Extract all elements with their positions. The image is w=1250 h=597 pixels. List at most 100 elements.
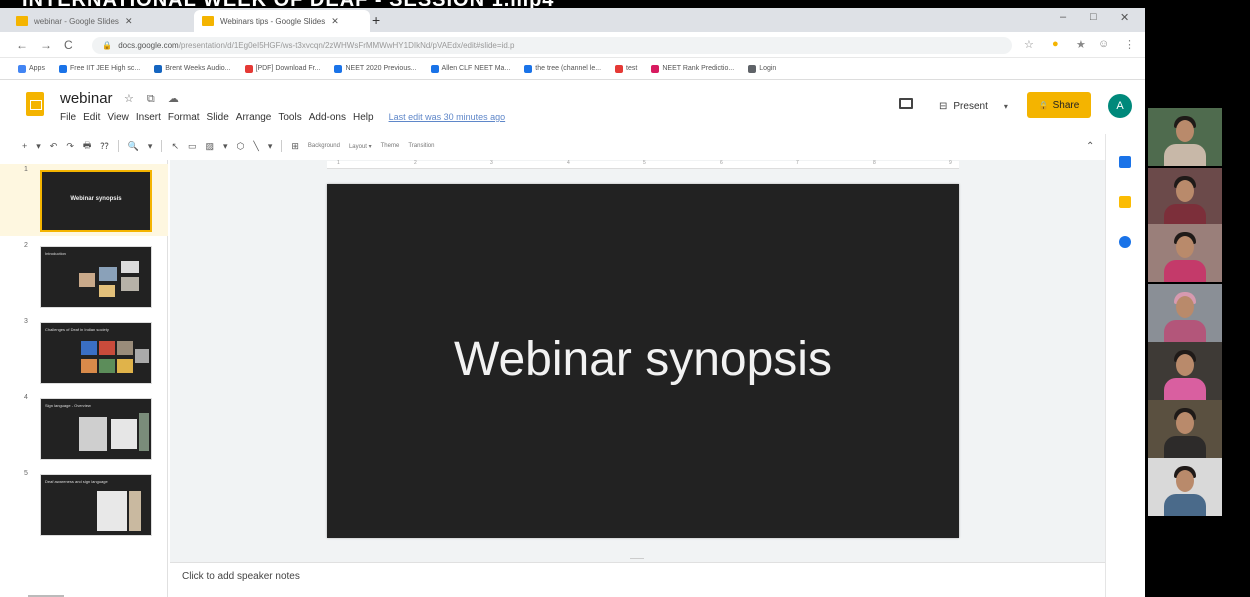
menu-slide[interactable]: Slide <box>207 112 229 123</box>
dropdown-icon[interactable]: ▾ <box>148 141 153 152</box>
paint-format-icon[interactable]: ⁇ <box>100 141 108 152</box>
menu-file[interactable]: File <box>60 112 76 123</box>
filmstrip-slide-1[interactable]: 1 Webinar synopsis <box>0 164 168 236</box>
menu-add-ons[interactable]: Add-ons <box>309 112 346 123</box>
thumbnail-title: Challenges of Deaf in Indian society <box>45 327 109 332</box>
star-move-cloud-icons[interactable]: ☆ ⧉ ☁ <box>124 92 184 106</box>
shape-icon[interactable]: ⬡ <box>237 141 245 152</box>
filmstrip-slide-3[interactable]: 3 Challenges of Deaf in Indian society <box>0 316 168 388</box>
bookmark-item[interactable]: NEET 2020 Previous... <box>334 64 417 73</box>
bookmark-item[interactable]: Apps <box>18 64 45 73</box>
new-tab-button[interactable]: + <box>372 12 380 28</box>
thumbnail-photo <box>121 261 139 273</box>
dropdown-icon[interactable]: ▾ <box>223 141 228 152</box>
textbox-icon[interactable]: ▭ <box>188 141 197 152</box>
notes-resize-handle[interactable] <box>630 558 644 559</box>
bookmark-favicon <box>334 64 343 73</box>
extension-icon[interactable]: ● <box>1052 38 1059 50</box>
bookmark-item[interactable]: the tree (channel le... <box>524 64 601 73</box>
theme-button[interactable]: Theme <box>381 143 400 149</box>
menu-edit[interactable]: Edit <box>83 112 100 123</box>
menu-help[interactable]: Help <box>353 112 374 123</box>
last-edit-link[interactable]: Last edit was 30 minutes ago <box>389 112 506 123</box>
share-button[interactable]: 🔒 Share <box>1027 92 1091 118</box>
participant-body <box>1164 494 1206 516</box>
filmstrip-slide-5[interactable]: 5 Deaf awareness and sign language <box>0 468 168 540</box>
back-button[interactable]: ← <box>16 38 28 52</box>
slide-number: 4 <box>24 394 28 401</box>
profile-icon[interactable]: ☺ <box>1098 38 1109 50</box>
undo-icon[interactable]: ↶ <box>50 141 58 152</box>
thumbnail-title: Webinar synopsis <box>70 196 122 202</box>
chevron-down-icon[interactable]: ▾ <box>1004 102 1008 111</box>
comment-add-icon[interactable]: ⊞ <box>291 141 299 152</box>
bookmark-favicon <box>615 64 624 73</box>
redo-icon[interactable]: ↷ <box>66 141 74 152</box>
toolbar-divider <box>161 140 163 152</box>
participant-body <box>1164 144 1206 166</box>
slides-logo-icon[interactable] <box>26 92 44 116</box>
print-icon[interactable]: 🖶 <box>83 138 92 154</box>
bookmark-star-icon[interactable]: ☆ <box>1024 38 1034 51</box>
bookmark-item[interactable]: Allen CLF NEET Ma... <box>430 64 510 73</box>
extensions-puzzle-icon[interactable]: ★ <box>1076 38 1086 51</box>
menu-insert[interactable]: Insert <box>136 112 161 123</box>
present-button[interactable]: ⊟ Present ▾ <box>930 94 1017 118</box>
video-title-bar: INTERNATIONAL WEEK OF DEAF - SESSION 1.m… <box>0 0 1250 8</box>
close-tab-icon[interactable]: ✕ <box>331 16 339 27</box>
slide-title[interactable]: Webinar synopsis <box>327 332 959 387</box>
thumbnail-photo <box>111 419 137 449</box>
maximize-button[interactable]: □ <box>1090 11 1097 23</box>
bookmark-item[interactable]: Free IIT JEE High sc... <box>58 64 140 73</box>
transition-button[interactable]: Transition <box>408 143 434 149</box>
participant-tile <box>1148 342 1222 400</box>
comments-icon[interactable] <box>899 98 913 109</box>
tab-webinars-tips[interactable]: Webinars tips - Google Slides ✕ <box>194 10 370 32</box>
bookmarks-bar: Apps Free IIT JEE High sc... Brent Weeks A… <box>0 58 1145 80</box>
reload-button[interactable]: C <box>64 38 73 52</box>
thumbnail-photo <box>117 359 133 373</box>
menu-arrange[interactable]: Arrange <box>236 112 272 123</box>
avatar[interactable]: A <box>1108 94 1132 118</box>
image-icon[interactable]: ▨ <box>206 141 215 152</box>
bookmark-favicon <box>524 64 533 73</box>
bookmark-item[interactable]: NEET Rank Predictio... <box>651 64 734 73</box>
current-slide[interactable]: Webinar synopsis <box>327 184 959 538</box>
layout-button[interactable]: Layout ▾ <box>349 143 372 150</box>
new-slide-icon[interactable]: + <box>22 141 27 151</box>
menu-view[interactable]: View <box>107 112 129 123</box>
participant-tile <box>1148 284 1222 342</box>
bookmark-item[interactable]: test <box>615 64 637 73</box>
bookmark-item[interactable]: [PDF] Download Fr... <box>244 64 320 73</box>
document-title[interactable]: webinar <box>60 90 113 107</box>
filmstrip-slide-2[interactable]: 2 Introduction <box>0 240 168 312</box>
menu-tools[interactable]: Tools <box>278 112 301 123</box>
line-icon[interactable]: ╲ <box>253 141 258 152</box>
tab-webinar[interactable]: webinar - Google Slides ✕ <box>8 10 218 32</box>
forward-button[interactable]: → <box>40 38 52 52</box>
calendar-icon[interactable] <box>1119 156 1131 168</box>
speaker-notes[interactable]: Click to add speaker notes <box>170 562 1105 597</box>
dropdown-icon[interactable]: ▾ <box>36 141 41 152</box>
background-button[interactable]: Background <box>308 143 340 149</box>
bookmark-label: NEET 2020 Previous... <box>345 65 417 72</box>
side-panel <box>1105 134 1145 597</box>
close-tab-icon[interactable]: ✕ <box>125 16 133 27</box>
zoom-icon[interactable]: 🔍 <box>128 141 139 152</box>
close-window-button[interactable]: ✕ <box>1120 11 1129 24</box>
select-icon[interactable]: ↖ <box>171 141 179 152</box>
filmstrip-slide-4[interactable]: 4 Sign language - Overview <box>0 392 168 464</box>
collapse-toolbar-icon[interactable]: ⌃ <box>1086 141 1094 152</box>
bookmark-item[interactable]: Login <box>748 64 776 73</box>
menu-format[interactable]: Format <box>168 112 200 123</box>
tasks-icon[interactable] <box>1119 236 1131 248</box>
bookmark-item[interactable]: Brent Weeks Audio... <box>154 64 231 73</box>
thumbnail-photo <box>135 349 149 363</box>
address-bar[interactable]: 🔒 docs.google.com/presentation/d/1Eg0eI5… <box>92 37 1012 54</box>
minimize-button[interactable]: – <box>1060 11 1066 23</box>
keep-icon[interactable] <box>1119 196 1131 208</box>
slide-number: 1 <box>24 166 28 173</box>
dropdown-icon[interactable]: ▾ <box>268 141 273 152</box>
browser-menu-icon[interactable]: ⋮ <box>1124 38 1135 51</box>
present-icon: ⊟ <box>939 100 948 112</box>
